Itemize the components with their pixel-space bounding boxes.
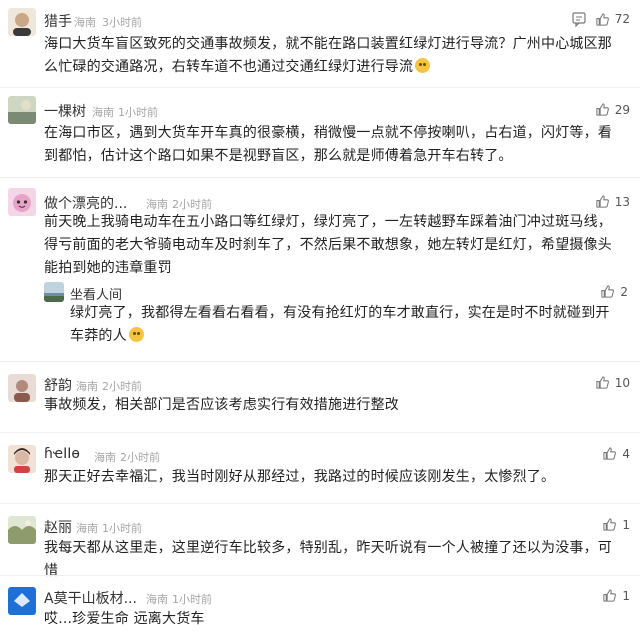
like-count: 10 <box>614 375 630 390</box>
comment-time: 2小时前 <box>172 198 212 211</box>
like-button[interactable]: 29 <box>595 102 630 117</box>
thumb-up-icon <box>595 375 610 390</box>
comment-time: 1小时前 <box>118 106 158 119</box>
like-button[interactable]: 1 <box>602 517 630 532</box>
avatar[interactable] <box>8 188 36 216</box>
divider <box>0 575 640 576</box>
comment-time: 1小时前 <box>102 522 142 535</box>
comment-author[interactable]: 猎手 <box>44 11 72 31</box>
like-count: 72 <box>614 12 630 26</box>
like-button[interactable]: 13 <box>595 194 630 209</box>
reply-actions: 2 <box>600 284 628 299</box>
comment-region: 海南 <box>74 16 96 29</box>
comment-author[interactable]: ɦҽӀӀѳ <box>44 446 80 462</box>
like-count: 2 <box>620 284 628 299</box>
comment-region: 海南 <box>94 451 116 464</box>
like-button[interactable]: 72 <box>595 12 630 27</box>
comment-region: 海南 <box>76 522 98 535</box>
avatar[interactable] <box>8 587 36 615</box>
comment-text: 在海口市区，遇到大货车开车真的很豪横，稍微慢一点就不停按喇叭，占右道，闪灯等，看… <box>44 125 612 164</box>
comment-region: 海南 <box>76 380 98 393</box>
avatar[interactable] <box>8 8 36 36</box>
comment-actions: 10 <box>595 375 630 390</box>
avatar[interactable] <box>44 282 64 302</box>
comment-actions: 1 <box>602 517 630 532</box>
comment-text: 我每天都从这里走，这里逆行车比较多，特别乱，昨天听说有一个人被撞了还以为没事，可… <box>44 540 612 579</box>
avatar[interactable] <box>8 445 36 473</box>
thumb-up-icon <box>595 102 610 117</box>
comment-author[interactable]: 一棵树 <box>44 101 86 121</box>
like-count: 29 <box>614 102 630 117</box>
comment-text: 那天正好去幸福汇，我当时刚好从那经过，我路过的时候应该刚发生，太惨烈了。 <box>44 469 556 485</box>
comment-actions: 29 <box>595 102 630 117</box>
comment-actions: 4 <box>602 446 630 461</box>
reply-icon[interactable] <box>571 11 587 28</box>
like-count: 1 <box>622 517 630 532</box>
thumb-up-icon <box>602 517 617 532</box>
comment-region: 海南 <box>146 593 168 606</box>
divider <box>0 361 640 362</box>
comment-actions: 72 <box>571 11 630 28</box>
comment-text: 事故频发，相关部门是否应该考虑实行有效措施进行整改 <box>44 397 399 413</box>
thumb-up-icon <box>602 446 617 461</box>
comment-region: 海南 <box>146 198 168 211</box>
avatar[interactable] <box>8 96 36 124</box>
divider <box>0 87 640 88</box>
comment-time: 3小时前 <box>102 16 142 29</box>
comment-author[interactable]: 赵丽 <box>44 517 72 537</box>
comment-author[interactable]: A莫干山板材... <box>44 588 137 608</box>
comment-time: 2小时前 <box>102 380 142 393</box>
comment-text: 哎...珍爱生命 远离大货车 <box>44 611 205 627</box>
like-count: 4 <box>622 446 630 461</box>
thumb-up-icon <box>595 12 610 27</box>
divider <box>0 503 640 504</box>
like-count: 13 <box>614 194 630 209</box>
laughing-emoji-icon <box>128 327 144 342</box>
comment-author[interactable]: 舒韵 <box>44 375 72 395</box>
comment-author[interactable]: 做个漂亮的... <box>44 193 127 213</box>
comment-text: 海口大货车盲区致死的交通事故频发，就不能在路口装置红绿灯进行导流？广州中心城区那… <box>44 36 612 75</box>
comment-actions: 1 <box>602 588 630 603</box>
comment-time: 1小时前 <box>172 593 212 606</box>
reply-author[interactable]: 坐看人间 <box>70 284 122 303</box>
thumb-up-icon <box>600 284 615 299</box>
like-count: 1 <box>622 588 630 603</box>
laughing-emoji-icon <box>415 58 431 73</box>
like-button[interactable]: 4 <box>602 446 630 461</box>
comment-region: 海南 <box>92 106 114 119</box>
divider <box>0 177 640 178</box>
thumb-up-icon <box>602 588 617 603</box>
avatar[interactable] <box>8 374 36 402</box>
avatar[interactable] <box>8 516 36 544</box>
divider <box>0 432 640 433</box>
comment-time: 2小时前 <box>120 451 160 464</box>
like-button[interactable]: 2 <box>600 284 628 299</box>
like-button[interactable]: 1 <box>602 588 630 603</box>
thumb-up-icon <box>595 194 610 209</box>
comment-actions: 13 <box>595 194 630 209</box>
reply-text: 绿灯亮了，我都得左看看右看看，有没有抢红灯的车才敢直行，实在是时不时就碰到开车莽… <box>70 305 610 344</box>
like-button[interactable]: 10 <box>595 375 630 390</box>
comment-text: 前天晚上我骑电动车在五小路口等红绿灯，绿灯亮了，一左转越野车踩着油门冲过斑马线，… <box>44 214 612 276</box>
